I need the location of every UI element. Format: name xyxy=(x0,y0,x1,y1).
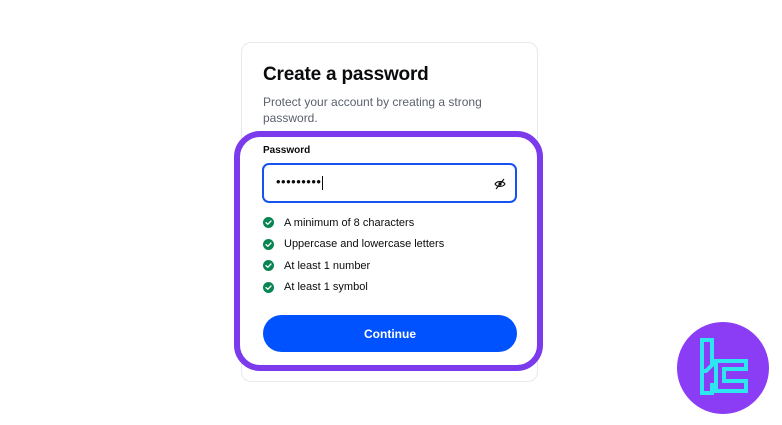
password-label: Password xyxy=(263,145,311,156)
continue-button[interactable]: Continue xyxy=(263,315,517,352)
check-circle-icon xyxy=(263,238,274,250)
password-value: ••••••••• xyxy=(276,174,324,190)
requirement-item: At least 1 symbol xyxy=(263,277,444,299)
check-circle-icon xyxy=(263,217,274,229)
password-input[interactable]: ••••••••• xyxy=(262,163,517,203)
page: Create a password Protect your account b… xyxy=(0,0,782,425)
page-title: Create a password xyxy=(263,64,429,85)
requirement-item: Uppercase and lowercase letters xyxy=(263,234,444,256)
text-caret xyxy=(322,175,324,190)
password-requirements: A minimum of 8 characters Uppercase and … xyxy=(263,212,444,298)
requirement-label: A minimum of 8 characters xyxy=(284,216,415,229)
requirement-label: At least 1 number xyxy=(284,259,371,272)
requirement-label: Uppercase and lowercase letters xyxy=(284,238,445,251)
page-subtitle: Protect your account by creating a stron… xyxy=(263,95,482,125)
requirement-item: A minimum of 8 characters xyxy=(263,212,444,234)
check-circle-icon xyxy=(263,260,274,272)
requirement-item: At least 1 number xyxy=(263,255,444,277)
brand-logo xyxy=(677,322,769,414)
requirement-label: At least 1 symbol xyxy=(284,281,368,294)
check-circle-icon xyxy=(263,281,274,293)
eye-off-icon[interactable] xyxy=(494,178,506,190)
